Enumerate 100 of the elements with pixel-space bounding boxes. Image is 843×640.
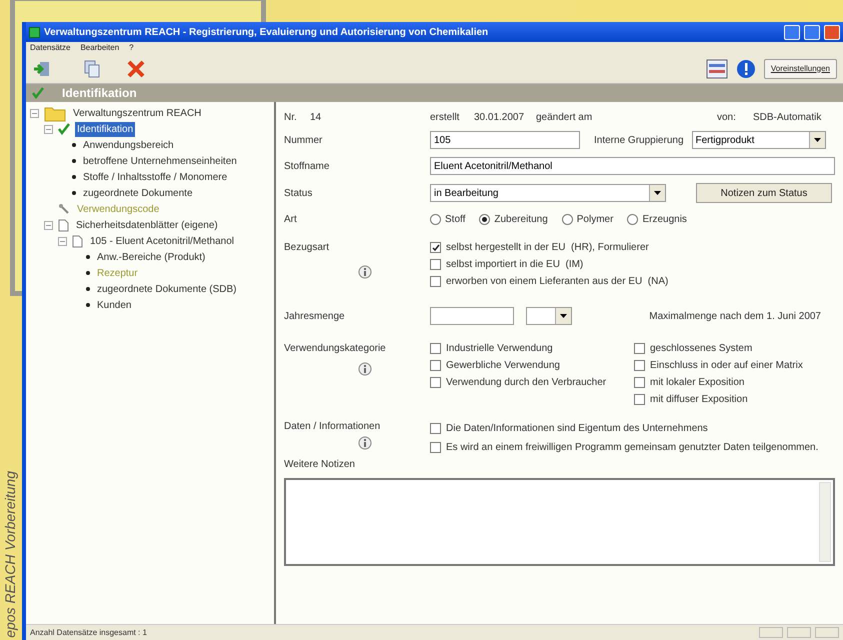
checkbox[interactable] [430, 242, 441, 253]
checkbox-label: Verwendung durch den Verbraucher [446, 376, 606, 390]
dropdown[interactable]: in Bearbeitung [430, 184, 666, 202]
label: Jahresmenge [284, 310, 346, 324]
tree-item[interactable]: Anw.-Bereiche (Produkt) [95, 250, 208, 264]
close-button[interactable] [824, 24, 840, 40]
label: Verwendungskategorie [284, 342, 386, 356]
checkbox[interactable] [634, 394, 645, 405]
caret-icon [560, 314, 567, 318]
status-panel [787, 627, 811, 638]
label: Daten / Informationen [284, 420, 380, 434]
radio-button[interactable] [479, 214, 490, 224]
label: Weitere Notizen [284, 458, 356, 472]
menu-item[interactable]: Datensätze [30, 42, 70, 54]
checkbox[interactable] [634, 360, 645, 371]
checkbox-label: selbst hergestellt in der EU (HR), Formulierer [446, 241, 649, 255]
tree-item[interactable]: Sicherheitsdatenblätter (eigene) [74, 218, 220, 232]
bullet-icon [86, 271, 90, 275]
checkbox-label: mit diffuser Exposition [650, 393, 748, 407]
checkbox-label: Einschluss in oder auf einer Matrix [650, 359, 803, 373]
tree-item[interactable]: Anwendungsbereich [81, 138, 176, 152]
bullet-icon [86, 287, 90, 291]
radio-label: Polymer [576, 212, 614, 226]
checkbox-label: Die Daten/Informationen sind Eigentum des Unternehmens [446, 422, 708, 436]
caret-icon [814, 138, 821, 142]
bullet-icon [86, 255, 90, 259]
collapse-toggle[interactable] [30, 108, 39, 118]
wrench-icon [58, 203, 70, 215]
bullet-icon [86, 303, 90, 307]
info-icon[interactable] [358, 265, 372, 279]
document-icon [58, 218, 69, 232]
input-field[interactable] [430, 307, 514, 325]
radio-button[interactable] [627, 214, 638, 224]
input-field[interactable]: Eluent Acetonitril/Methanol [430, 157, 835, 175]
checkbox[interactable] [430, 423, 441, 434]
checkbox-label: erworben von einem Lieferanten aus der EU (NA) [446, 275, 668, 289]
tree-item[interactable]: Stoffe / Inhaltsstoffe / Monomere [81, 170, 230, 184]
checkbox-label: selbst importiert in die EU (IM) [446, 258, 584, 272]
scrollbar[interactable] [819, 482, 831, 562]
status-panel [759, 627, 783, 638]
label: geändert am [536, 110, 592, 124]
label: von: [717, 110, 737, 124]
collapse-toggle[interactable] [58, 236, 67, 246]
info-icon[interactable] [736, 58, 756, 78]
dropdown-arrow-button[interactable] [555, 308, 571, 324]
status-notes-button[interactable]: Notizen zum Status [696, 183, 832, 203]
dropdown-arrow-button[interactable] [808, 132, 825, 148]
maximize-button[interactable] [804, 24, 820, 40]
tree-item[interactable]: Verwaltungszentrum REACH [71, 106, 204, 120]
label: erstellt [430, 110, 460, 124]
info-icon[interactable] [358, 362, 372, 376]
value: SDB-Automatik [753, 110, 822, 124]
checkmark-icon [432, 244, 440, 252]
checkbox[interactable] [430, 343, 441, 354]
collapse-toggle[interactable] [44, 124, 53, 134]
radio-button[interactable] [562, 214, 573, 224]
window-list-icon[interactable] [706, 58, 728, 80]
menu-item[interactable]: ? [129, 42, 134, 54]
checkbox[interactable] [430, 442, 441, 453]
status-panel [815, 627, 839, 638]
checkbox[interactable] [430, 377, 441, 388]
tree-item[interactable]: Identifikation [75, 122, 136, 136]
tree-item[interactable]: zugeordnete Dokumente (SDB) [95, 282, 239, 296]
label: Nr. [284, 110, 298, 124]
notes-textarea[interactable] [284, 478, 835, 566]
dropdown[interactable]: Fertigprodukt [692, 131, 826, 149]
bullet-icon [72, 191, 76, 195]
input-field[interactable]: 105 [430, 131, 580, 149]
settings-button[interactable]: Voreinstellungen [764, 58, 837, 78]
delete-icon[interactable] [126, 58, 146, 78]
checkbox[interactable] [430, 259, 441, 270]
value: 30.01.2007 [474, 110, 526, 124]
checkbox[interactable] [634, 377, 645, 388]
dropdown-arrow-button[interactable] [649, 185, 665, 201]
label: Bezugsart [284, 241, 330, 255]
menu-item[interactable]: Bearbeiten [80, 42, 120, 54]
tree-item[interactable]: betroffene Unternehmenseinheiten [81, 154, 239, 168]
radio-label: Zubereitung [494, 212, 548, 226]
checkbox[interactable] [430, 360, 441, 371]
checkbox-label: mit lokaler Exposition [650, 376, 744, 390]
checkbox-label: Es wird an einem freiwilligen Programm gemeinsam genutzter Daten teilgenommen. [446, 441, 818, 455]
tree-item[interactable]: zugeordnete Dokumente [81, 186, 195, 200]
side-caption: epos REACH Vorbereitung [1, 471, 19, 638]
status-text: Anzahl Datensätze insgesamt : 1 [30, 626, 148, 638]
checkbox[interactable] [430, 276, 441, 287]
copy-icon[interactable] [82, 58, 102, 78]
tree-item[interactable]: 105 - Eluent Acetonitril/Methanol [88, 234, 236, 248]
label: Interne Gruppierung [594, 134, 684, 148]
value: 14 [310, 110, 322, 124]
window-title: Verwaltungszentrum REACH - Registrierung, Evaluierung und Autorisierung von Chemikalien [44, 26, 490, 40]
info-icon[interactable] [358, 436, 372, 450]
radio-label: Stoff [445, 212, 466, 226]
label: Nummer [284, 134, 324, 148]
radio-button[interactable] [430, 214, 441, 224]
minimize-button[interactable] [784, 24, 800, 40]
tree-item[interactable]: Kunden [95, 298, 134, 312]
checkmark-icon [32, 87, 44, 99]
caret-icon [654, 191, 661, 195]
checkbox[interactable] [634, 343, 645, 354]
collapse-toggle[interactable] [44, 220, 53, 230]
